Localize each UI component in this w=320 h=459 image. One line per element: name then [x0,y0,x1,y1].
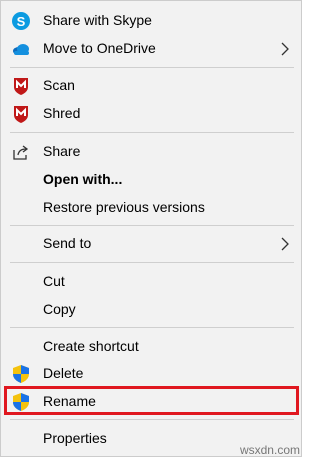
menu-item-label: Delete [43,365,84,381]
context-menu: S Share with Skype Move to OneDrive Scan [0,0,302,457]
svg-text:S: S [17,14,26,29]
chevron-right-icon [278,236,292,252]
menu-separator [10,327,294,328]
menu-item-label: Share [43,143,81,159]
menu-item-shred[interactable]: Shred [2,100,300,127]
chevron-right-icon [278,41,292,57]
menu-item-open-with[interactable]: Open with... [2,166,300,193]
menu-item-label: Scan [43,77,75,93]
menu-item-label: Shred [43,105,81,121]
menu-item-label: Send to [43,235,92,251]
menu-separator [10,419,294,420]
share-icon [11,142,31,162]
menu-item-move-to-onedrive[interactable]: Move to OneDrive [2,35,300,62]
menu-item-label: Cut [43,273,65,289]
menu-separator [10,67,294,68]
menu-separator [10,225,294,226]
menu-item-cut[interactable]: Cut [2,268,300,295]
menu-item-copy[interactable]: Copy [2,296,300,323]
menu-item-label: Properties [43,430,107,446]
onedrive-icon [11,39,31,59]
menu-item-label: Open with... [43,171,123,187]
menu-separator [10,132,294,133]
uac-shield-icon [11,364,31,384]
menu-item-share[interactable]: Share [2,138,300,165]
menu-item-delete[interactable]: Delete [2,360,300,387]
skype-icon: S [11,11,31,31]
menu-item-share-with-skype[interactable]: S Share with Skype [2,7,300,34]
watermark: wsxdn.com [239,443,300,457]
menu-item-label: Share with Skype [43,12,152,28]
mcafee-icon [11,76,31,96]
menu-item-label: Create shortcut [43,338,139,354]
menu-item-create-shortcut[interactable]: Create shortcut [2,333,300,360]
menu-item-label: Restore previous versions [43,199,205,215]
menu-item-scan[interactable]: Scan [2,72,300,99]
menu-item-send-to[interactable]: Send to [2,230,300,257]
menu-separator [10,262,294,263]
mcafee-icon [11,104,31,124]
menu-item-label: Copy [43,301,76,317]
menu-item-restore-previous-versions[interactable]: Restore previous versions [2,194,300,221]
rename-highlight-box [4,386,299,415]
menu-item-label: Move to OneDrive [43,40,156,56]
